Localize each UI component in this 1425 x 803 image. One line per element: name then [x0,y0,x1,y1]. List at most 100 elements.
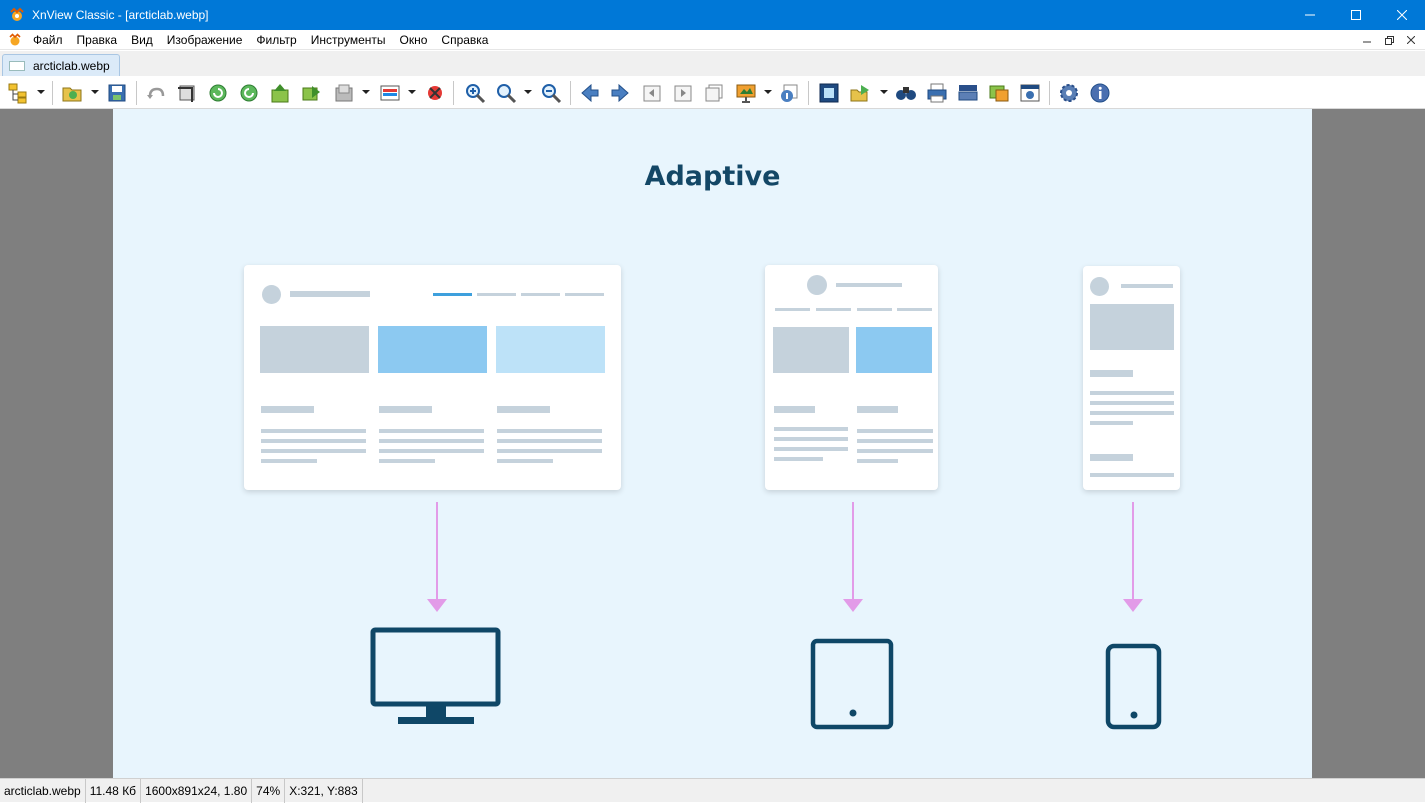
rotate-right-button[interactable] [237,81,261,105]
settings-button[interactable] [1057,81,1081,105]
zoom-button[interactable] [494,81,518,105]
xnview-app-icon[interactable] [9,7,25,23]
maximize-button[interactable] [1333,0,1379,30]
browser-dropdown-arrow[interactable] [37,90,45,94]
move-forward-button[interactable] [299,81,323,105]
menu-image[interactable]: Изображение [160,30,250,50]
menu-tools[interactable]: Инструменты [304,30,393,50]
resize-dropdown-arrow[interactable] [362,90,370,94]
close-icon [1407,36,1415,44]
mdi-close-button[interactable] [1401,32,1421,48]
status-zoom: 74% [252,778,286,803]
fit-screen-button[interactable] [817,81,841,105]
menu-file[interactable]: Файл [26,30,70,50]
color-dropdown-arrow[interactable] [408,90,416,94]
arrow-down-icon [427,502,447,612]
tablet-device-icon [810,638,894,730]
first-page-icon [643,85,661,102]
zoom-out-button[interactable] [539,81,563,105]
rotate-left-icon [209,84,227,102]
minimize-button[interactable] [1287,0,1333,30]
image-file-icon [9,60,25,71]
red-eye-button[interactable] [423,81,447,105]
zoom-in-icon [466,84,486,104]
multipage-button[interactable] [702,81,726,105]
slideshow-button[interactable] [734,81,758,105]
menu-filter[interactable]: Фильтр [249,30,303,50]
close-button[interactable] [1379,0,1425,30]
toolbar-separator [1049,81,1050,105]
save-button[interactable] [105,81,129,105]
window-title: XnView Classic - [arcticlab.webp] [32,8,209,22]
browser-button[interactable] [6,81,30,105]
move-up-icon [271,84,289,103]
capture-button[interactable] [1018,81,1042,105]
tab-arcticlab[interactable]: arcticlab.webp [2,54,120,76]
next-icon [611,83,629,103]
open-dropdown-arrow[interactable] [91,90,99,94]
rotate-right-icon [240,84,258,102]
maximize-icon [1351,10,1361,20]
resize-button[interactable] [332,81,356,105]
resize-icon [335,84,353,102]
menu-help[interactable]: Справка [434,30,495,50]
rotate-left-button[interactable] [206,81,230,105]
info-button[interactable] [1088,81,1112,105]
undo-button[interactable] [144,81,168,105]
find-button[interactable] [894,81,918,105]
menu-edit[interactable]: Правка [70,30,125,50]
previous-button[interactable] [578,81,602,105]
toolbar-separator [136,81,137,105]
settings-icon [1060,84,1078,102]
menu-bar: Файл Правка Вид Изображение Фильтр Инстр… [0,30,1425,50]
export-button[interactable] [848,81,872,105]
first-page-button[interactable] [640,81,664,105]
export-dropdown-arrow[interactable] [880,90,888,94]
save-icon [108,84,126,102]
mdi-restore-button[interactable] [1379,32,1399,48]
title-bar: XnView Classic - [arcticlab.webp] [0,0,1425,30]
slideshow-dropdown-arrow[interactable] [764,90,772,94]
move-forward-icon [302,86,320,101]
fit-screen-icon [819,83,839,103]
status-filesize: 11.48 Кб [86,778,142,803]
move-up-button[interactable] [268,81,292,105]
status-cursor-position: X:321, Y:883 [285,778,363,803]
menu-view[interactable]: Вид [124,30,160,50]
toolbar [0,76,1425,109]
status-dimensions: 1600x891x24, 1.80 [141,778,253,803]
tab-label: arcticlab.webp [33,58,110,73]
toolbar-separator [453,81,454,105]
mobile-phone-icon [1105,643,1162,730]
next-page-button[interactable] [671,81,695,105]
convert-button[interactable] [987,81,1011,105]
zoom-in-button[interactable] [463,81,487,105]
open-button[interactable] [60,81,84,105]
scan-icon [958,85,978,101]
print-icon [927,83,947,103]
arrow-down-icon [843,502,863,612]
mdi-minimize-button[interactable] [1357,32,1377,48]
find-icon [896,87,916,100]
zoom-dropdown-arrow[interactable] [524,90,532,94]
scan-button[interactable] [956,81,980,105]
multipage-icon [705,84,723,102]
document-system-menu-icon[interactable] [8,32,22,47]
menu-window[interactable]: Окно [393,30,435,50]
next-button[interactable] [608,81,632,105]
info-icon [1090,83,1110,103]
export-icon [850,85,869,102]
print-button[interactable] [925,81,949,105]
color-adjust-button[interactable] [378,81,402,105]
properties-button[interactable] [777,81,801,105]
desktop-monitor-icon [370,627,501,724]
browser-icon [8,83,27,104]
zoom-icon [497,84,517,104]
crop-button[interactable] [175,81,199,105]
image-viewport[interactable]: Adaptive [0,109,1425,778]
arrow-down-icon [1123,502,1143,612]
toolbar-separator [808,81,809,105]
toolbar-separator [570,81,571,105]
close-icon [1397,10,1407,20]
properties-icon [781,84,798,102]
